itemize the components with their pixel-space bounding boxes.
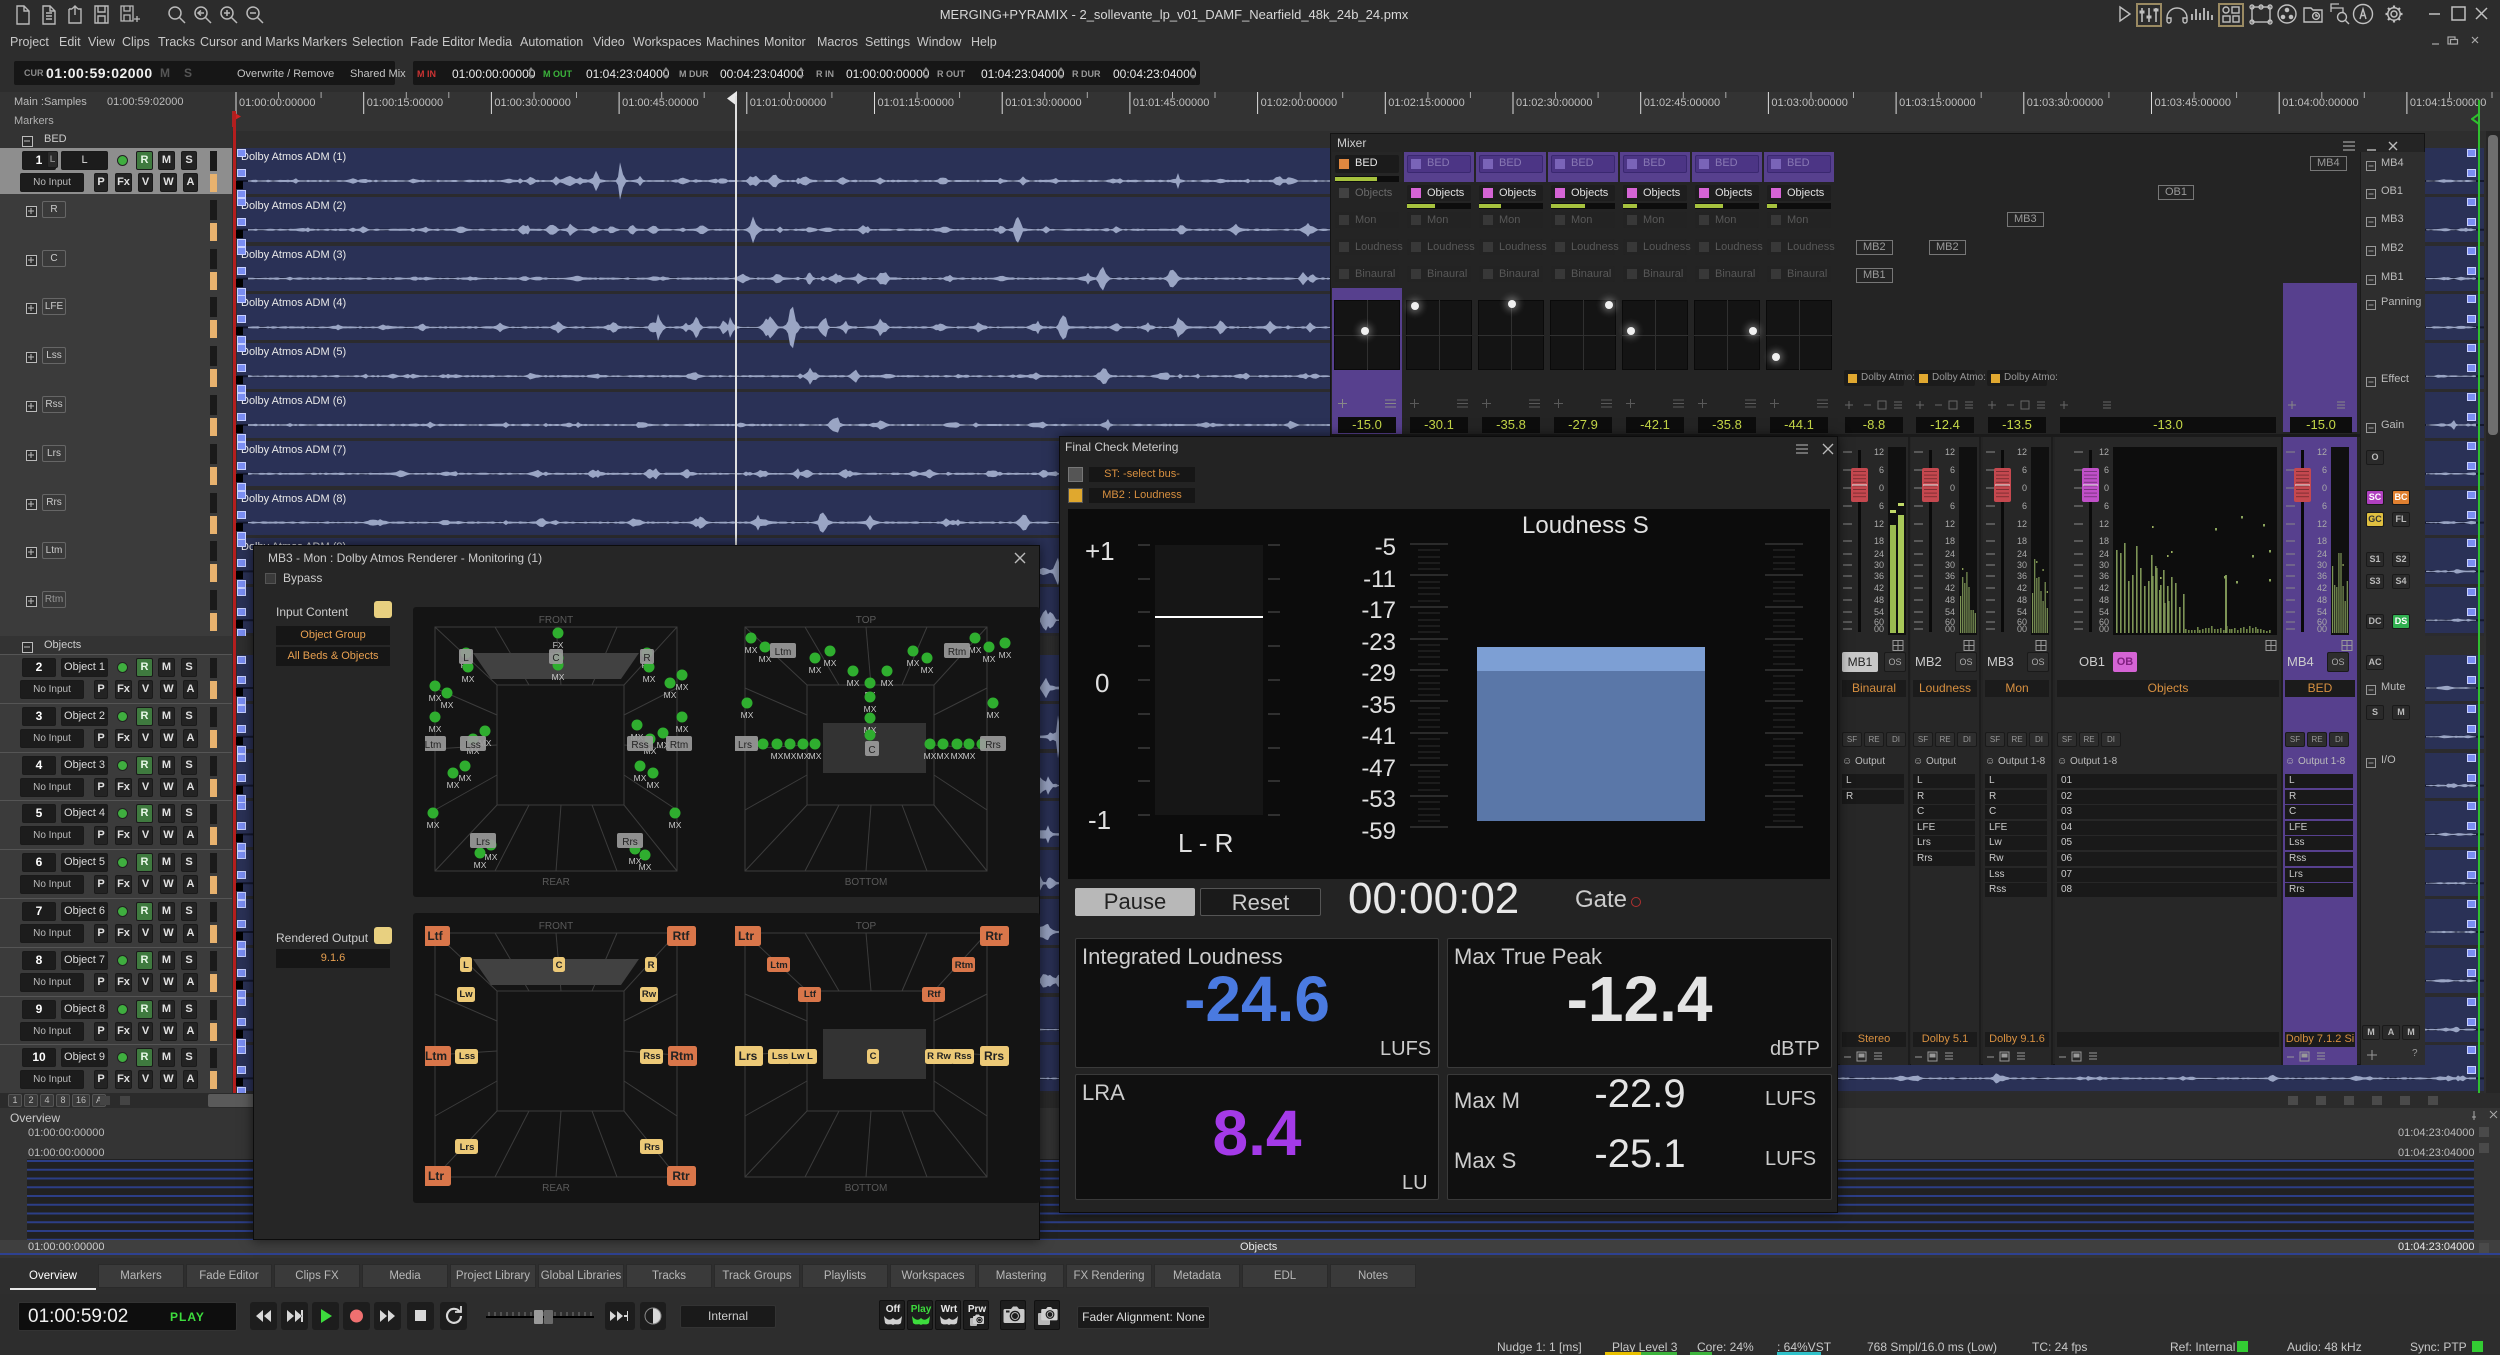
- svg-text:Rtr: Rtr: [985, 929, 1003, 943]
- svg-text:Lrs: Lrs: [738, 740, 752, 751]
- svg-text:Lrs: Lrs: [460, 1142, 475, 1153]
- svg-text:Lw L: Lw L: [791, 1051, 813, 1062]
- svg-text:MX: MX: [441, 700, 454, 710]
- svg-text:MX: MX: [969, 645, 982, 655]
- svg-text:MX: MX: [676, 682, 689, 692]
- svg-text:Rss: Rss: [631, 740, 648, 751]
- svg-text:Rrs: Rrs: [984, 1049, 1004, 1063]
- svg-text:Ltf: Ltf: [804, 989, 817, 1000]
- svg-text:Rtm: Rtm: [670, 740, 688, 751]
- svg-text:MX: MX: [881, 678, 894, 688]
- svg-text:MX: MX: [634, 773, 647, 783]
- svg-text:Ltf: Ltf: [427, 929, 443, 943]
- svg-text:Rrs: Rrs: [622, 837, 638, 848]
- svg-text:BOTTOM: BOTTOM: [845, 877, 888, 888]
- svg-text:R: R: [648, 960, 655, 971]
- svg-text:R: R: [643, 653, 650, 664]
- svg-text:C: C: [868, 745, 875, 756]
- svg-text:Ltr: Ltr: [738, 929, 754, 943]
- svg-text:MX: MX: [459, 773, 472, 783]
- svg-text:MX: MX: [963, 751, 976, 761]
- svg-text:MX: MX: [462, 674, 475, 684]
- svg-text:MX: MX: [643, 674, 656, 684]
- svg-text:MX: MX: [647, 780, 660, 790]
- svg-text:FX: FX: [553, 640, 564, 650]
- svg-text:Ltm: Ltm: [425, 1049, 447, 1063]
- svg-text:MX: MX: [864, 704, 877, 714]
- svg-text:MX: MX: [907, 658, 920, 668]
- svg-text:FRONT: FRONT: [539, 921, 573, 932]
- svg-text:MX: MX: [987, 710, 1000, 720]
- svg-text:REAR: REAR: [542, 877, 570, 888]
- svg-text:MX: MX: [824, 658, 837, 668]
- svg-text:MX: MX: [999, 650, 1012, 660]
- svg-text:MX: MX: [924, 751, 937, 761]
- svg-text:MX: MX: [676, 724, 689, 734]
- svg-text:Lss: Lss: [465, 740, 481, 751]
- svg-text:Wrt: Wrt: [941, 1304, 958, 1315]
- svg-text:Rw: Rw: [642, 989, 657, 1000]
- svg-text:Rtm: Rtm: [948, 647, 966, 658]
- svg-text:TOP: TOP: [856, 921, 877, 932]
- svg-text:Rtm: Rtm: [670, 1049, 693, 1063]
- svg-text:MX: MX: [759, 654, 772, 664]
- svg-text:Ltm: Ltm: [775, 647, 792, 658]
- svg-text:MX: MX: [741, 710, 754, 720]
- svg-text:MX: MX: [809, 751, 822, 761]
- svg-text:Rrs: Rrs: [985, 740, 1001, 751]
- svg-text:MX: MX: [784, 751, 797, 761]
- svg-text:Rtr: Rtr: [672, 1169, 690, 1183]
- svg-text:MX: MX: [427, 820, 440, 830]
- svg-text:Ltr: Ltr: [428, 1169, 444, 1183]
- svg-text:Lss: Lss: [459, 1051, 475, 1062]
- svg-text:L: L: [463, 653, 469, 664]
- svg-text:MX: MX: [921, 665, 934, 675]
- svg-text:MX: MX: [847, 678, 860, 688]
- svg-text:Rrs: Rrs: [644, 1142, 660, 1153]
- svg-text:Rtm: Rtm: [955, 960, 973, 971]
- svg-text:FRONT: FRONT: [539, 615, 573, 626]
- svg-text:MX: MX: [983, 654, 996, 664]
- svg-text:Rtf: Rtf: [673, 929, 691, 943]
- svg-text:Lss: Lss: [772, 1051, 788, 1062]
- svg-text:Rss: Rss: [643, 1051, 660, 1062]
- svg-text:MX: MX: [485, 852, 498, 862]
- svg-text:L: L: [463, 960, 469, 971]
- svg-text:BOTTOM: BOTTOM: [845, 1183, 888, 1194]
- svg-text:MX: MX: [937, 751, 950, 761]
- svg-text:R Rw: R Rw: [927, 1051, 951, 1062]
- svg-text:MX: MX: [429, 724, 442, 734]
- svg-text:Off: Off: [886, 1304, 901, 1315]
- svg-text:Rtf: Rtf: [927, 989, 941, 1000]
- svg-text:MX: MX: [669, 820, 682, 830]
- svg-text:REAR: REAR: [542, 1183, 570, 1194]
- svg-text:MX: MX: [639, 862, 652, 872]
- svg-text:C: C: [552, 653, 559, 664]
- svg-text:Ltm: Ltm: [425, 740, 441, 751]
- svg-text:MX: MX: [809, 665, 822, 675]
- svg-text:C: C: [870, 1051, 877, 1062]
- svg-text:MX: MX: [745, 645, 758, 655]
- svg-text:MX: MX: [552, 672, 565, 682]
- svg-text:Prw: Prw: [968, 1304, 987, 1315]
- svg-text:Lw: Lw: [459, 989, 473, 1000]
- svg-text:C: C: [556, 960, 563, 971]
- svg-text:Lrs: Lrs: [739, 1049, 758, 1063]
- svg-text:Ltm: Ltm: [770, 960, 787, 971]
- svg-text:Play: Play: [911, 1304, 932, 1315]
- svg-text:TOP: TOP: [856, 615, 877, 626]
- svg-text:Lrs: Lrs: [476, 837, 490, 848]
- svg-text:MX: MX: [771, 751, 784, 761]
- svg-text:Rss: Rss: [954, 1051, 971, 1062]
